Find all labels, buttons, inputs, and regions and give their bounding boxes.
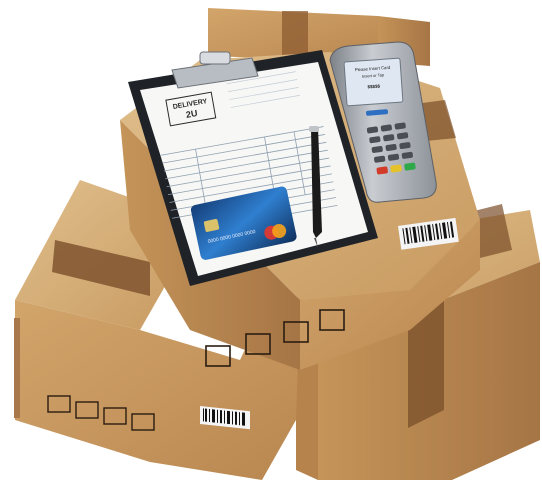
terminal-screen-line-3: $$$$$ xyxy=(367,84,380,90)
stamp-line-2: 2U xyxy=(185,108,198,120)
terminal-screen: Please Insert Card Insert or Tap $$$$$ xyxy=(343,57,404,107)
delivery-scene-photo: DELIVERY 2U 0000 0000 0000 0000 Please I… xyxy=(14,8,540,480)
